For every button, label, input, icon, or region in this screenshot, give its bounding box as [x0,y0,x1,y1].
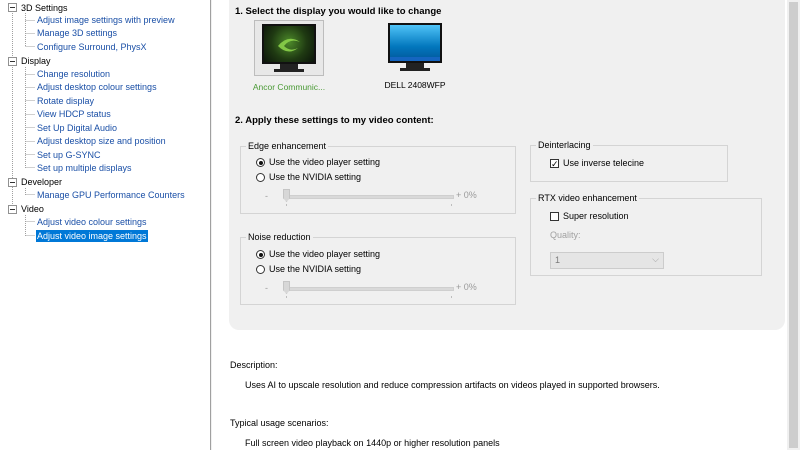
display-label-ancor: Ancor Communic... [252,82,326,92]
edge-use-nvidia-label: Use the NVIDIA setting [269,172,362,182]
section-1-heading: 1. Select the display you would like to … [235,6,442,17]
monitor-base [274,69,304,72]
tree-item-adjust-desktop-size-and-position[interactable]: Adjust desktop size and position [36,135,167,147]
tree-item-set-up-multiple-displays[interactable]: Set up multiple displays [36,162,133,174]
display-selection-frame [254,20,324,76]
edge-use-player-label: Use the video player setting [269,157,381,167]
tree-category-display[interactable]: Display [21,55,51,67]
settings-panel: 1. Select the display you would like to … [229,0,785,330]
usage-scenarios-label: Typical usage scenarios: [230,418,329,428]
slider-minus-label: - [265,191,268,201]
deinterlacing-group: Deinterlacing ✓ Use inverse telecine [530,140,728,182]
super-resolution-label: Super resolution [563,211,629,221]
navigation-tree: 3D Settings Adjust image settings with p… [0,0,211,450]
collapse-developer-icon[interactable] [8,178,17,187]
tree-item-manage-3d-settings[interactable]: Manage 3D settings [36,27,118,39]
noise-use-nvidia-label: Use the NVIDIA setting [269,264,362,274]
slider-tick [286,296,287,298]
section-2-heading: 2. Apply these settings to my video cont… [235,115,434,126]
tree-item-manage-gpu-performance-counters[interactable]: Manage GPU Performance Counters [36,189,186,201]
tree-category-video[interactable]: Video [21,203,44,215]
edge-use-nvidia-radio[interactable]: Use the NVIDIA setting [256,172,361,183]
rtx-video-enhancement-title: RTX video enhancement [536,193,639,204]
description-text: Uses AI to upscale resolution and reduce… [245,380,660,390]
slider-track [284,287,454,291]
noise-reduction-value: + 0% [456,282,477,292]
quality-select[interactable]: 1 ⌵ [550,252,664,269]
tree-item-set-up-g-sync[interactable]: Set up G-SYNC [36,149,102,161]
collapse-display-icon[interactable] [8,57,17,66]
checkmark-icon: ✓ [550,159,559,169]
monitor-base [400,68,430,71]
usage-scenarios-text: Full screen video playback on 1440p or h… [245,438,500,448]
edge-use-player-radio[interactable]: Use the video player setting [256,157,380,168]
slider-track [284,195,454,199]
tree-item-configure-surround-physx[interactable]: Configure Surround, PhysX [36,41,148,53]
windows-monitor-icon [388,23,442,63]
slider-tick [451,296,452,298]
tree-category-developer[interactable]: Developer [21,176,62,188]
description-label: Description: [230,360,278,370]
edge-enhancement-slider[interactable]: - + 0% [258,189,477,209]
tree-item-adjust-desktop-colour-settings[interactable]: Adjust desktop colour settings [36,81,158,93]
nvidia-eye-logo-icon [278,38,300,52]
deinterlacing-title: Deinterlacing [536,140,593,151]
tree-item-rotate-display[interactable]: Rotate display [36,95,95,107]
edge-enhancement-value: + 0% [456,190,477,200]
super-resolution-checkbox[interactable]: Super resolution [550,211,629,222]
radio-checked-icon [256,158,265,167]
slider-minus-label: - [265,283,268,293]
tree-item-set-up-digital-audio[interactable]: Set Up Digital Audio [36,122,118,134]
tree-item-change-resolution[interactable]: Change resolution [36,68,111,80]
vertical-scrollbar[interactable] [787,0,800,450]
tree-item-adjust-video-colour-settings[interactable]: Adjust video colour settings [36,216,148,228]
display-label-dell: DELL 2408WFP [384,80,446,90]
noise-reduction-title: Noise reduction [246,232,313,243]
noise-reduction-group: Noise reduction Use the video player set… [240,232,516,305]
quality-value: 1 [555,255,561,265]
scrollbar-thumb[interactable] [789,2,798,448]
chevron-down-icon: ⌵ [652,254,659,264]
noise-use-player-label: Use the video player setting [269,249,381,259]
tree-category-3d-settings[interactable]: 3D Settings [21,2,68,14]
display-option-dell[interactable]: DELL 2408WFP [375,20,455,90]
radio-unchecked-icon [256,173,265,182]
collapse-3d-settings-icon[interactable] [8,3,17,12]
inverse-telecine-checkbox[interactable]: ✓ Use inverse telecine [550,158,644,169]
checkbox-unchecked-icon [550,212,559,221]
display-option-ancor[interactable]: Ancor Communic... [249,20,329,92]
slider-tick [286,204,287,206]
noise-use-player-radio[interactable]: Use the video player setting [256,249,380,260]
inverse-telecine-label: Use inverse telecine [563,158,645,168]
rtx-video-enhancement-group: RTX video enhancement Super resolution Q… [530,193,762,276]
slider-tick [451,204,452,206]
radio-unchecked-icon [256,265,265,274]
noise-use-nvidia-radio[interactable]: Use the NVIDIA setting [256,264,361,275]
radio-checked-icon [256,250,265,259]
display-icon-frame [381,20,449,74]
tree-item-adjust-video-image-settings[interactable]: Adjust video image settings [36,230,148,242]
tree-item-view-hdcp-status[interactable]: View HDCP status [36,108,112,120]
edge-enhancement-title: Edge enhancement [246,141,329,152]
slider-thumb[interactable] [283,281,290,294]
main-content: 1. Select the display you would like to … [212,0,800,450]
noise-reduction-slider[interactable]: - + 0% [258,281,477,301]
taskbar-strip [390,57,440,61]
tree-item-adjust-image-settings-with-preview[interactable]: Adjust image settings with preview [36,14,176,26]
edge-enhancement-group: Edge enhancement Use the video player se… [240,141,516,214]
quality-label: Quality: [550,230,581,240]
nvidia-monitor-icon [262,24,316,64]
collapse-video-icon[interactable] [8,205,17,214]
slider-thumb[interactable] [283,189,290,202]
